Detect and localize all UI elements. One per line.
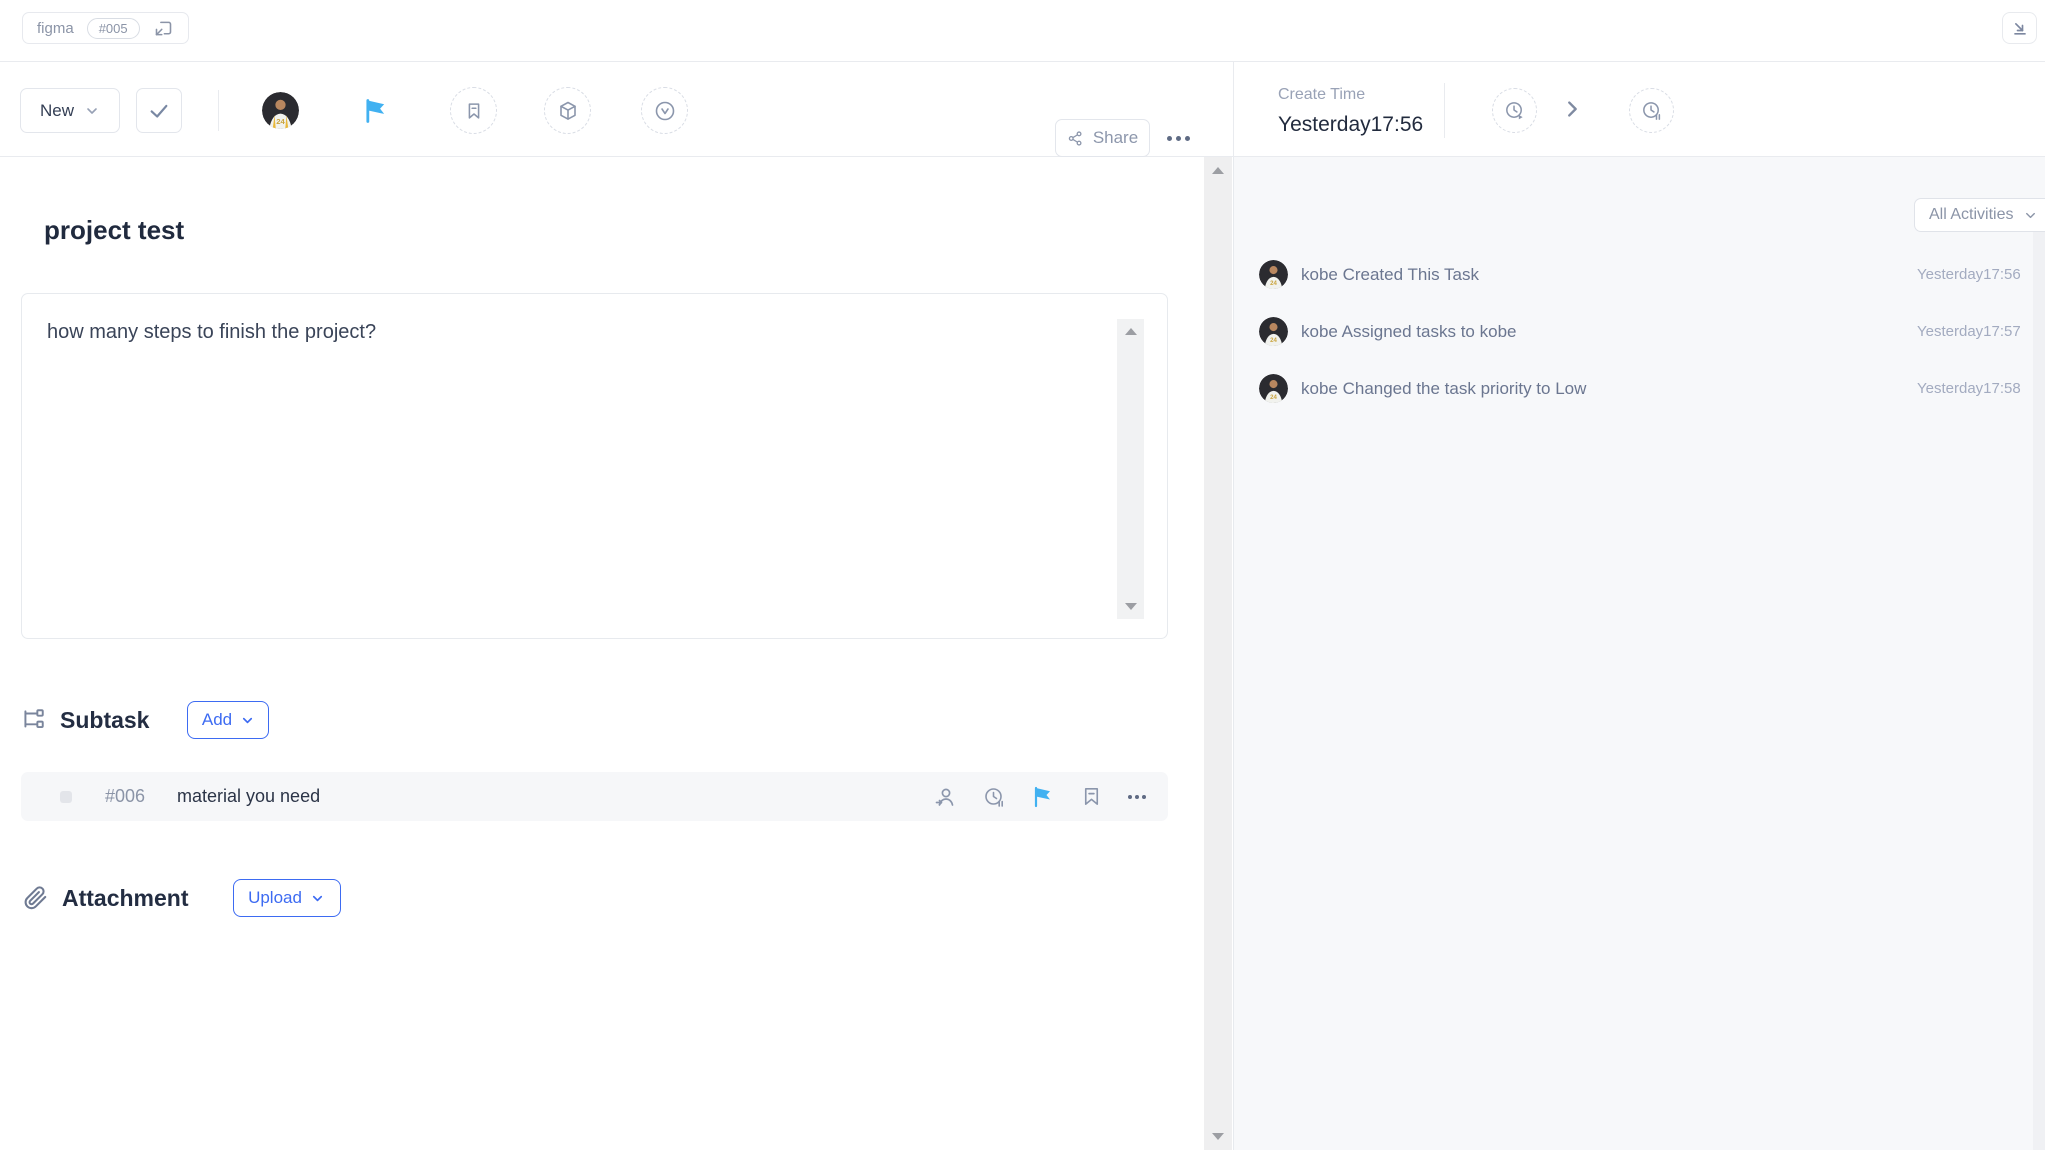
- svg-text:24: 24: [1270, 281, 1277, 287]
- activities-panel: All Activities 24 kobe Created This Task…: [1233, 157, 2045, 1150]
- toolbar-divider: [218, 90, 219, 131]
- scroll-down-arrow-icon[interactable]: [1212, 1133, 1224, 1140]
- task-main-content: project test how many steps to finish th…: [0, 157, 1204, 1150]
- task-toolbar: New 24: [0, 62, 1233, 157]
- activities-filter-label: All Activities: [1929, 206, 2013, 224]
- end-time-button[interactable]: [1629, 88, 1674, 133]
- main-scrollbar[interactable]: [1204, 157, 1232, 1150]
- version-circle-icon: [653, 99, 677, 123]
- activity-avatar: 24: [1259, 317, 1288, 346]
- subtask-title[interactable]: material you need: [177, 786, 320, 807]
- share-button[interactable]: Share: [1055, 119, 1150, 157]
- ellipsis-icon: [1128, 795, 1132, 799]
- upload-label: Upload: [248, 888, 302, 908]
- activity-text: kobe Assigned tasks to kobe: [1301, 322, 1516, 342]
- subtask-tree-icon: [20, 707, 46, 733]
- scroll-up-arrow-icon[interactable]: [1212, 167, 1224, 174]
- complete-task-button[interactable]: [136, 88, 182, 133]
- subtask-row-actions: [933, 772, 1146, 821]
- cube-icon: [556, 99, 580, 123]
- activity-text: kobe Changed the task priority to Low: [1301, 379, 1586, 399]
- task-id-badge: #005: [87, 18, 140, 39]
- description-editor[interactable]: how many steps to finish the project?: [21, 293, 1168, 639]
- activities-filter-dropdown[interactable]: All Activities: [1914, 198, 2045, 232]
- clock-pause-icon: [1640, 99, 1663, 122]
- copy-icon[interactable]: [153, 18, 174, 39]
- assignee-avatar[interactable]: 24: [262, 92, 299, 129]
- description-text: how many steps to finish the project?: [47, 321, 376, 344]
- module-button[interactable]: [544, 87, 591, 134]
- priority-flag-icon[interactable]: [1031, 785, 1055, 809]
- activity-avatar: 24: [1259, 374, 1288, 403]
- subtask-row[interactable]: #006 material you need: [21, 772, 1168, 821]
- chevron-down-icon: [240, 713, 255, 728]
- assign-user-icon[interactable]: [933, 785, 957, 809]
- activity-time: Yesterday17:56: [1917, 266, 2021, 283]
- paperclip-icon: [22, 885, 48, 911]
- activity-text: kobe Created This Task: [1301, 265, 1479, 285]
- chevron-down-icon: [310, 891, 325, 906]
- bookmark-minus-icon[interactable]: [1080, 785, 1103, 808]
- project-name: figma: [37, 20, 74, 37]
- subtask-checkbox[interactable]: [60, 791, 72, 803]
- subtask-more-button[interactable]: [1128, 795, 1146, 799]
- status-dropdown[interactable]: New: [20, 88, 120, 133]
- svg-text:24: 24: [1270, 338, 1277, 344]
- scroll-down-arrow-icon[interactable]: [1125, 603, 1137, 610]
- create-time-value: Yesterday17:56: [1278, 113, 1423, 137]
- attachment-section-header: Attachment Upload: [22, 879, 341, 917]
- panel-header-divider: [1444, 83, 1445, 138]
- share-icon: [1067, 130, 1084, 147]
- checkmark-icon: [148, 100, 170, 122]
- ellipsis-icon: [1167, 136, 1172, 141]
- jersey-number: 24: [276, 117, 285, 126]
- chevron-right-icon: [1561, 98, 1583, 120]
- start-time-button[interactable]: [1492, 88, 1537, 133]
- panel-header: Create Time Yesterday17:56: [1233, 62, 2045, 157]
- chevron-down-icon: [84, 103, 100, 119]
- bookmark-minus-icon: [463, 100, 485, 122]
- version-button[interactable]: [641, 87, 688, 134]
- activity-row: 24 kobe Changed the task priority to Low…: [1234, 374, 2045, 404]
- collapse-arrow-icon: [2010, 18, 2030, 38]
- more-actions-button[interactable]: [1160, 123, 1196, 153]
- task-detail-window: figma #005 New: [0, 0, 2045, 1150]
- clock-pause-icon[interactable]: [982, 785, 1006, 809]
- add-label: Add: [202, 710, 232, 730]
- chevron-down-icon: [2023, 208, 2038, 223]
- activity-avatar: 24: [1259, 260, 1288, 289]
- status-label: New: [40, 101, 74, 121]
- activity-time: Yesterday17:58: [1917, 380, 2021, 397]
- priority-flag-icon[interactable]: [362, 96, 392, 126]
- task-title[interactable]: project test: [44, 215, 184, 246]
- activities-scrollbar[interactable]: [2033, 232, 2045, 1150]
- upload-attachment-button[interactable]: Upload: [233, 879, 341, 917]
- clock-start-icon: [1503, 99, 1526, 122]
- add-subtask-button[interactable]: Add: [187, 701, 269, 739]
- share-label: Share: [1093, 128, 1138, 148]
- description-scrollbar[interactable]: [1117, 319, 1144, 619]
- create-time-label: Create Time: [1278, 86, 1365, 104]
- scroll-up-arrow-icon[interactable]: [1125, 328, 1137, 335]
- attachment-heading: Attachment: [62, 885, 189, 912]
- bookmark-tag-button[interactable]: [450, 87, 497, 134]
- subtask-id: #006: [105, 786, 145, 807]
- subtask-section-header: Subtask Add: [20, 701, 269, 739]
- subtask-heading: Subtask: [60, 707, 149, 734]
- activity-row: 24 kobe Created This Task Yesterday17:56: [1234, 260, 2045, 290]
- collapse-window-button[interactable]: [2002, 12, 2037, 44]
- task-breadcrumb-chip[interactable]: figma #005: [22, 12, 189, 44]
- activity-row: 24 kobe Assigned tasks to kobe Yesterday…: [1234, 317, 2045, 347]
- svg-text:24: 24: [1270, 395, 1277, 401]
- top-tab-bar: figma #005: [0, 0, 2045, 62]
- activity-time: Yesterday17:57: [1917, 323, 2021, 340]
